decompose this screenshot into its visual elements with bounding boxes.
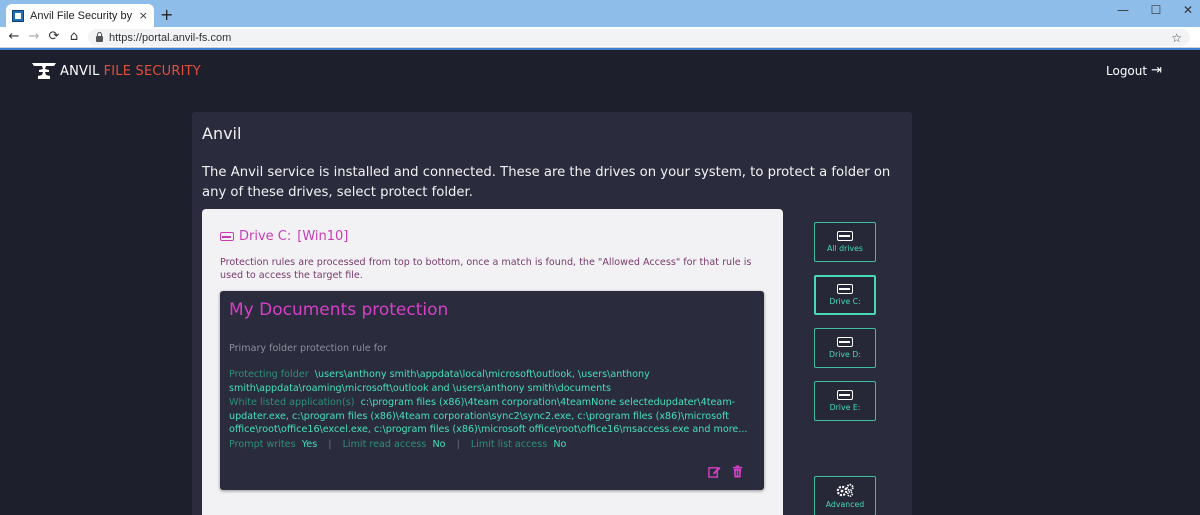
side-button-label: Advanced (825, 500, 865, 509)
new-tab-button[interactable]: + (160, 5, 173, 24)
hard-drive-icon (837, 337, 853, 347)
all-drives-button[interactable]: All drives (814, 222, 876, 262)
drive-c-button[interactable]: Drive C: (814, 275, 876, 315)
prompt-writes-value: Yes (301, 438, 318, 450)
browser-title-bar: Anvil File Security by Division-M × + — … (0, 0, 1200, 27)
drive-heading: Drive C: [Win10] (220, 229, 348, 244)
window-minimize-button[interactable]: — (1113, 3, 1133, 17)
hard-drive-icon (837, 231, 853, 241)
rule-subtitle: Primary folder protection rule for (229, 343, 387, 354)
drive-e-button[interactable]: Drive E: (814, 381, 876, 421)
limit-list-value: No (553, 438, 567, 450)
rule-details: Protecting folder \users\anthony smith\a… (229, 368, 759, 451)
hard-drive-icon (837, 284, 853, 294)
rule-title: My Documents protection (229, 300, 449, 320)
edit-icon[interactable] (708, 465, 721, 478)
chrome-divider (0, 48, 1200, 50)
side-button-label: All drives (827, 244, 863, 253)
page-title: Anvil (202, 124, 242, 143)
separator: | (328, 438, 332, 450)
forward-icon[interactable]: → (26, 29, 42, 44)
protecting-folder-label: Protecting folder (229, 369, 309, 380)
side-button-label: Drive D: (829, 350, 861, 359)
tab-title: Anvil File Security by Division-M (30, 9, 135, 22)
separator: | (456, 438, 460, 450)
bookmark-star-icon[interactable]: ☆ (1171, 31, 1182, 45)
rule-actions (708, 465, 744, 478)
protection-rule-card: My Documents protection Primary folder p… (220, 291, 764, 490)
window-maximize-button[interactable]: ☐ (1146, 3, 1166, 17)
advanced-button[interactable]: Advanced (814, 476, 876, 515)
url-text: https://portal.anvil-fs.com (109, 31, 232, 44)
protecting-folder-row: Protecting folder \users\anthony smith\a… (229, 368, 759, 395)
brand-name: ANVIL (60, 63, 100, 79)
back-icon[interactable]: ← (6, 29, 22, 44)
limit-list-label: Limit list access (470, 438, 548, 450)
drive-d-button[interactable]: Drive D: (814, 328, 876, 368)
window-close-button[interactable]: ✕ (1178, 3, 1198, 17)
access-flags-row: Prompt writes Yes | Limit read access No… (229, 438, 759, 452)
side-button-label: Drive E: (829, 403, 861, 412)
site-favicon-icon (12, 9, 24, 22)
logout-button[interactable]: Logout ⇥ (1106, 63, 1162, 78)
url-field[interactable]: https://portal.anvil-fs.com ☆ (88, 29, 1190, 46)
logout-label: Logout (1106, 63, 1148, 78)
panel-intro-text: The Anvil service is installed and conne… (202, 165, 891, 200)
rules-note: Protection rules are processed from top … (220, 257, 752, 281)
tab-close-icon[interactable]: × (139, 9, 148, 22)
hard-drive-icon (220, 232, 234, 241)
anvil-icon (32, 63, 56, 79)
gears-icon (835, 483, 855, 497)
lock-icon (96, 32, 103, 42)
brand-tagline: FILE SECURITY (103, 63, 201, 79)
app-logo[interactable]: ANVIL FILE SECURITY (32, 62, 201, 80)
drive-name: Drive C: (239, 229, 292, 244)
reload-icon[interactable]: ⟳ (46, 29, 62, 44)
limit-read-value: No (432, 438, 446, 450)
side-button-label: Drive C: (829, 297, 861, 306)
address-bar: ← → ⟳ ⌂ https://portal.anvil-fs.com ☆ (0, 27, 1200, 48)
prompt-writes-label: Prompt writes (229, 438, 296, 450)
home-icon[interactable]: ⌂ (66, 29, 82, 44)
whitelist-label: White listed application(s) (229, 397, 355, 408)
browser-tab[interactable]: Anvil File Security by Division-M × (6, 4, 154, 27)
running-person-icon: ⇥ (1151, 63, 1162, 78)
drive-label: [Win10] (297, 229, 349, 244)
limit-read-label: Limit read access (342, 438, 427, 450)
hard-drive-icon (837, 390, 853, 400)
whitelist-row: White listed application(s) c:\program f… (229, 396, 759, 437)
trash-icon[interactable] (731, 465, 744, 478)
